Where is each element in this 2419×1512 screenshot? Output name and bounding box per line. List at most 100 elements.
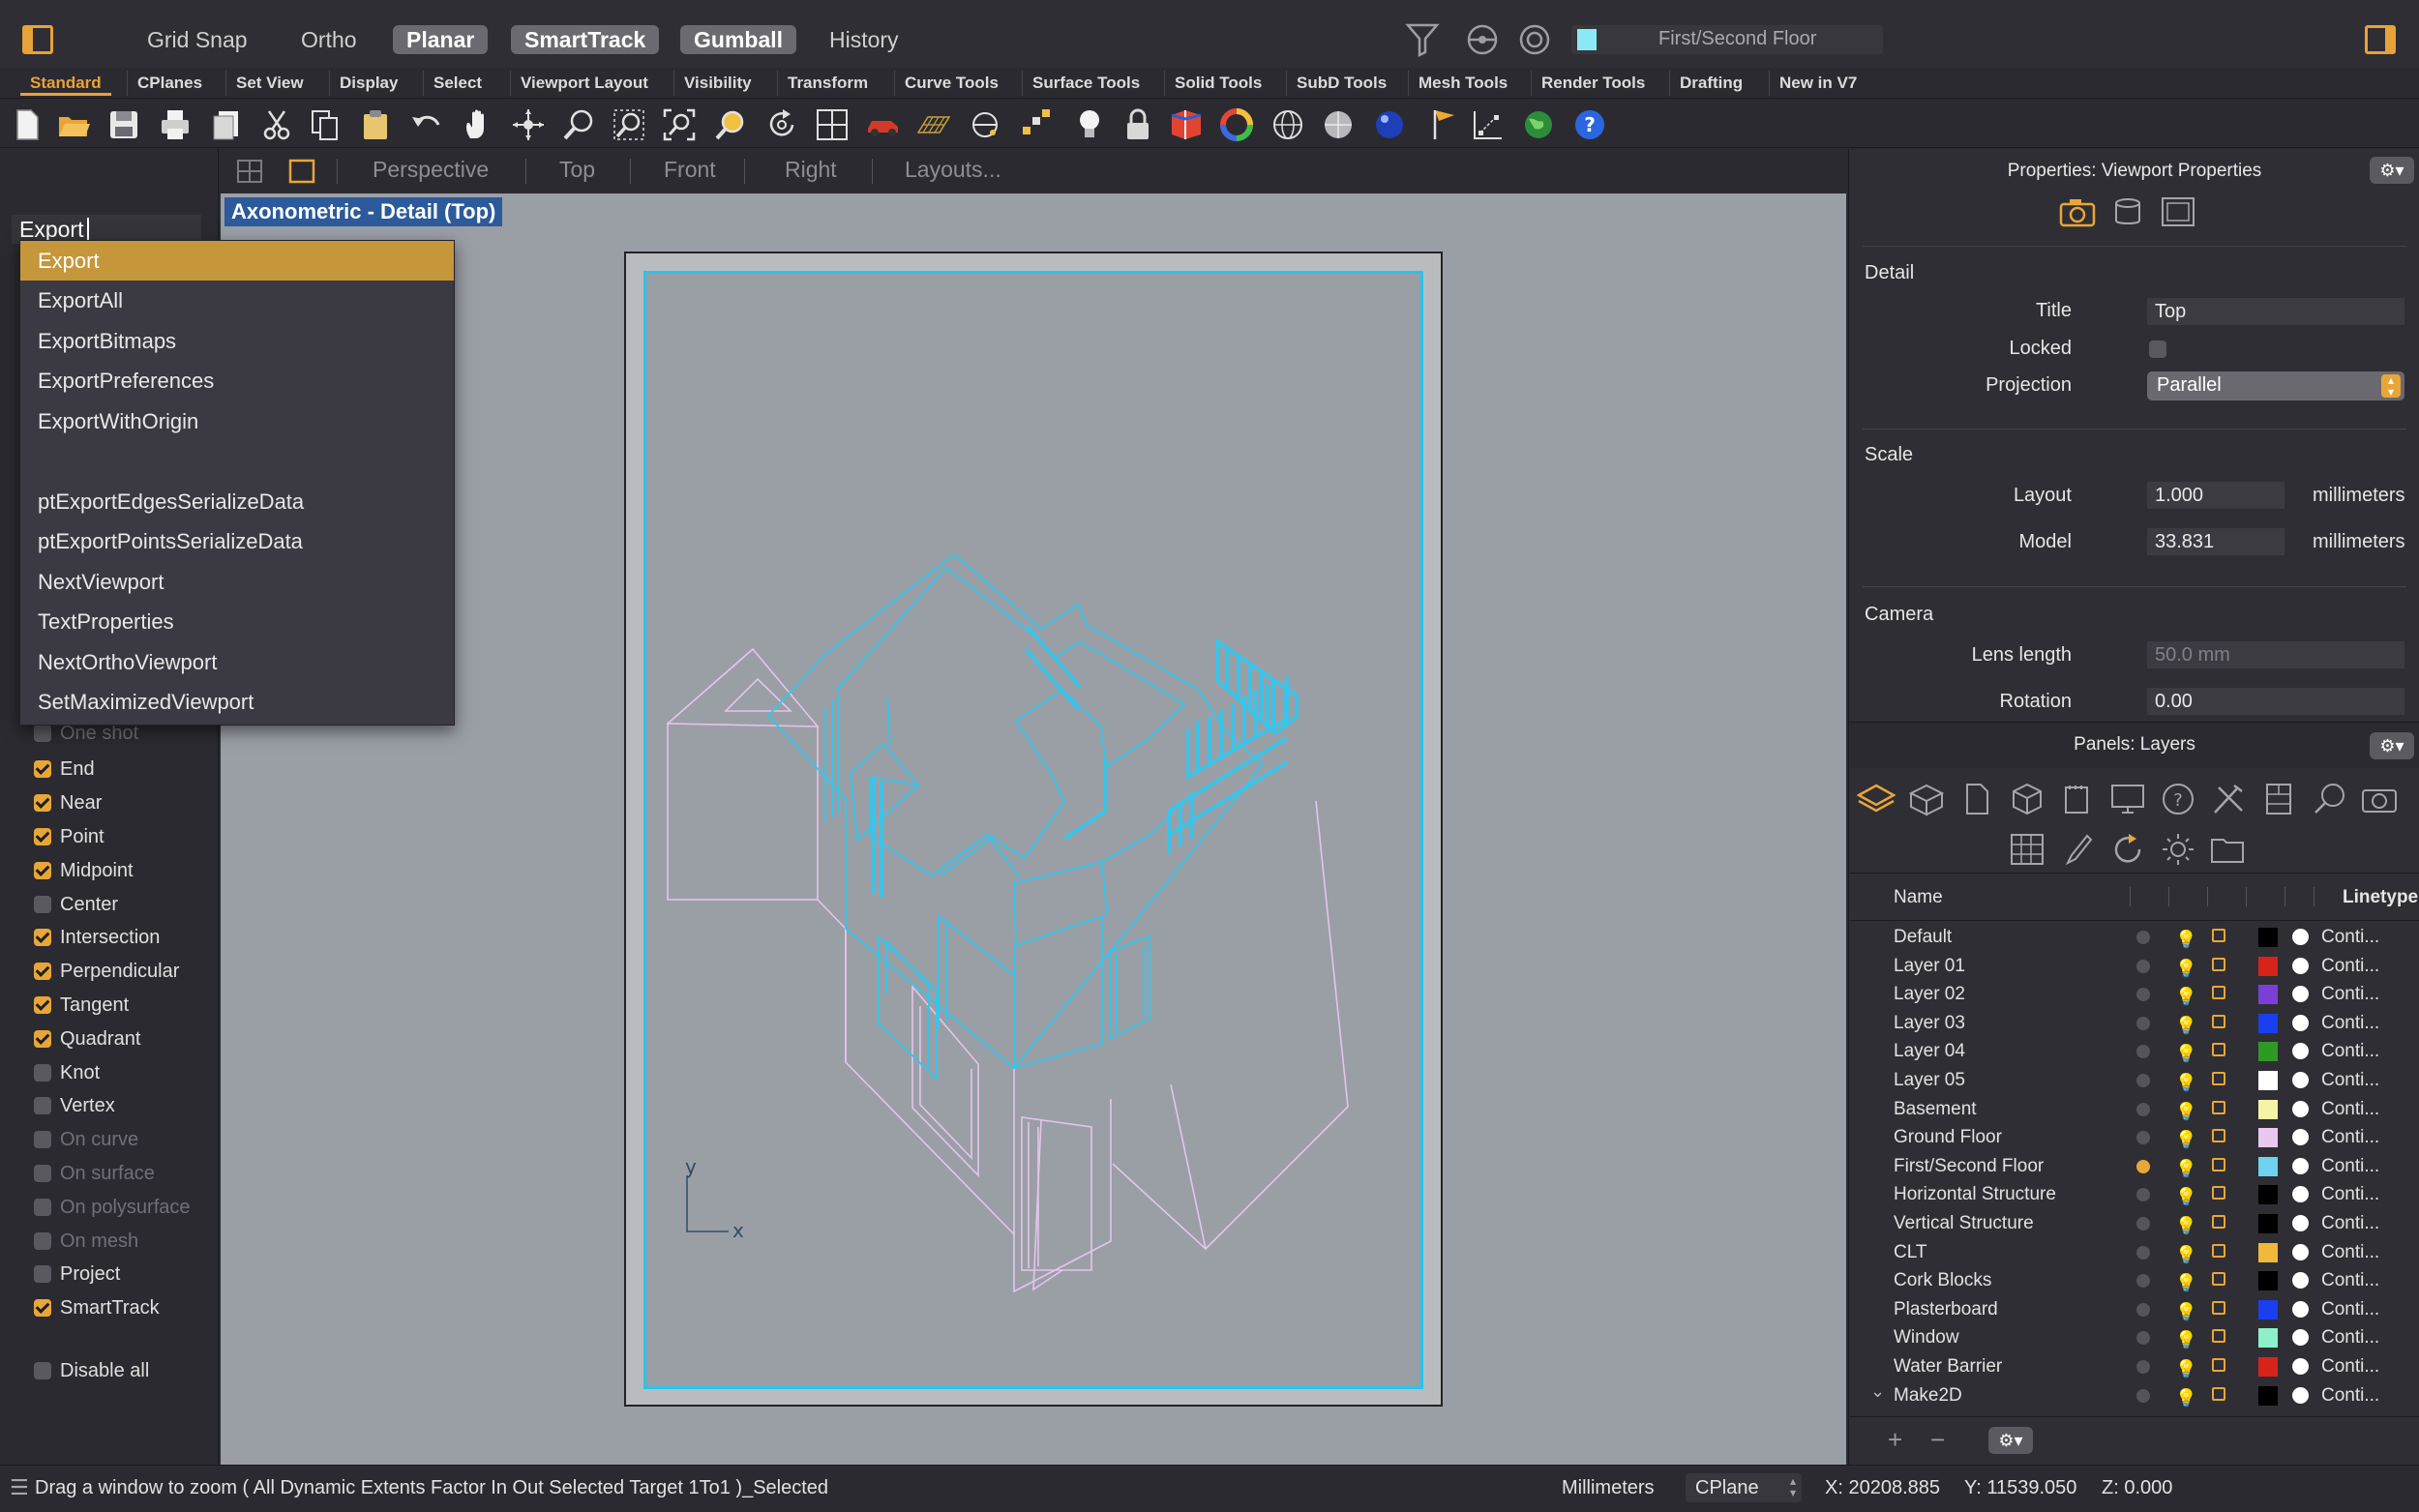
layer-name[interactable]: Ground Floor — [1894, 1123, 2002, 1151]
help-icon[interactable]: ? — [1572, 107, 1607, 142]
globe-icon[interactable] — [1521, 107, 1556, 142]
visibility-bulb-icon[interactable]: 💡 — [2175, 1269, 2196, 1297]
current-layer-radio[interactable] — [2136, 988, 2150, 1001]
layer-row[interactable]: Ground Floor 💡 Conti... — [1849, 1123, 2419, 1151]
layers-icon[interactable] — [1857, 782, 1896, 816]
layer-linetype[interactable]: Conti... — [2321, 1352, 2379, 1380]
layer-name[interactable]: Layer 03 — [1894, 1009, 1965, 1037]
grid-snap-toggle[interactable]: Grid Snap — [134, 25, 261, 54]
tab-solid-tools[interactable]: Solid Tools — [1164, 71, 1271, 96]
notes-icon[interactable] — [2058, 782, 2097, 816]
lock-icon[interactable] — [2212, 1272, 2225, 1286]
layer-linetype[interactable]: Conti... — [2321, 1238, 2379, 1266]
locked-checkbox[interactable] — [2149, 341, 2166, 358]
layer-color-swatch[interactable] — [2258, 1185, 2278, 1204]
lock-icon[interactable] — [2212, 929, 2225, 942]
column-name[interactable]: Name — [1894, 887, 1943, 908]
layer-color-swatch[interactable] — [2258, 1328, 2278, 1348]
undo-icon[interactable] — [409, 107, 444, 142]
layer-linetype[interactable]: Conti... — [2321, 1152, 2379, 1180]
layout-scale-field[interactable]: 1.000 — [2147, 482, 2285, 509]
print-color-icon[interactable] — [2292, 1043, 2309, 1059]
rotation-field[interactable]: 0.00 — [2147, 688, 2404, 715]
layer-name[interactable]: Plasterboard — [1894, 1295, 1998, 1323]
visibility-bulb-icon[interactable]: 💡 — [2175, 1012, 2196, 1040]
layer-name[interactable]: Layer 04 — [1894, 1037, 1965, 1065]
layer-icon[interactable] — [1169, 107, 1204, 142]
stack-icon[interactable] — [2108, 195, 2147, 228]
print-color-icon[interactable] — [2292, 1244, 2309, 1260]
layer-row[interactable]: First/Second Floor 💡 Conti... — [1849, 1152, 2419, 1180]
autocomplete-item[interactable]: ExportAll — [20, 281, 454, 320]
flag-icon[interactable] — [1425, 107, 1460, 142]
layer-row[interactable]: Layer 01 💡 Conti... — [1849, 952, 2419, 980]
visibility-bulb-icon[interactable]: 💡 — [2175, 926, 2196, 954]
current-layer-radio[interactable] — [2136, 931, 2150, 944]
help-circle-icon[interactable]: ? — [2159, 782, 2197, 816]
layer-row[interactable]: Window 💡 Conti... — [1849, 1323, 2419, 1351]
layer-name[interactable]: CLT — [1894, 1238, 1926, 1266]
layer-row[interactable]: CLT 💡 Conti... — [1849, 1238, 2419, 1266]
lock-icon[interactable] — [2212, 1072, 2225, 1085]
visibility-bulb-icon[interactable]: 💡 — [2175, 955, 2196, 983]
visibility-bulb-icon[interactable]: 💡 — [2175, 983, 2196, 1011]
layer-name[interactable]: Layer 05 — [1894, 1066, 1965, 1094]
rotate-view-icon[interactable] — [511, 107, 546, 142]
print-color-icon[interactable] — [2292, 1129, 2309, 1145]
layer-name[interactable]: Water Barrier — [1894, 1352, 2002, 1380]
tab-select[interactable]: Select — [423, 71, 492, 96]
brush-icon[interactable] — [2058, 832, 2097, 867]
open-file-icon[interactable] — [56, 107, 91, 142]
object-icon[interactable] — [2008, 782, 2046, 816]
layer-name[interactable]: Make2D — [1894, 1381, 1962, 1409]
autocomplete-item[interactable]: Export — [20, 241, 454, 281]
layer-row[interactable]: Plasterboard 💡 Conti... — [1849, 1295, 2419, 1323]
ortho-toggle[interactable]: Ortho — [287, 25, 371, 54]
sphere-wire-icon[interactable] — [1270, 107, 1305, 142]
current-layer-radio[interactable] — [2136, 1360, 2150, 1374]
current-layer-radio[interactable] — [2136, 1274, 2150, 1288]
filter-icon[interactable] — [1405, 21, 1440, 58]
tab-subd-tools[interactable]: SubD Tools — [1286, 71, 1396, 96]
print-color-icon[interactable] — [2292, 1215, 2309, 1231]
layers-gear-icon[interactable]: ⚙▾ — [2370, 732, 2414, 759]
current-layer-radio[interactable] — [2136, 1103, 2150, 1116]
visibility-bulb-icon[interactable]: 💡 — [2175, 1298, 2196, 1326]
tab-surface-tools[interactable]: Surface Tools — [1022, 71, 1150, 96]
select-points-icon[interactable] — [1019, 107, 1054, 142]
layer-row[interactable]: Water Barrier 💡 Conti... — [1849, 1352, 2419, 1380]
planar-toggle[interactable]: Planar — [393, 25, 489, 54]
layer-row[interactable]: ⌄ Make2D 💡 Conti... — [1849, 1381, 2419, 1409]
layer-color-swatch[interactable] — [2258, 1157, 2278, 1176]
title-field[interactable]: Top — [2147, 298, 2404, 325]
osnap-center[interactable]: Center — [34, 890, 118, 919]
lock-icon[interactable] — [2212, 1186, 2225, 1200]
tab-layouts[interactable]: Layouts... — [905, 157, 1001, 183]
layer-row[interactable]: Vertical Structure 💡 Conti... — [1849, 1209, 2419, 1237]
tab-top[interactable]: Top — [559, 157, 595, 183]
tab-visibility[interactable]: Visibility — [673, 71, 762, 96]
tab-cplanes[interactable]: CPlanes — [127, 71, 212, 96]
layer-name[interactable]: Default — [1894, 923, 1952, 951]
layer-linetype[interactable]: Conti... — [2321, 1066, 2379, 1094]
autocomplete-item[interactable]: SetMaximizedViewport — [20, 682, 454, 722]
layer-linetype[interactable]: Conti... — [2321, 1095, 2379, 1123]
layer-color-swatch[interactable] — [2258, 1357, 2278, 1377]
add-layer-icon[interactable]: + — [1888, 1425, 1902, 1455]
current-layer-radio[interactable] — [2136, 960, 2150, 973]
current-layer-radio[interactable] — [2136, 1160, 2150, 1173]
zoom-selected-icon[interactable] — [713, 107, 748, 142]
speech-icon[interactable] — [2310, 782, 2348, 816]
tab-drafting[interactable]: Drafting — [1669, 71, 1752, 96]
osnap-tangent[interactable]: Tangent — [34, 991, 129, 1020]
tab-front[interactable]: Front — [664, 157, 716, 183]
grid-icon[interactable] — [916, 107, 951, 142]
layer-color-swatch[interactable] — [2258, 1214, 2278, 1233]
print-color-icon[interactable] — [2292, 1158, 2309, 1174]
visibility-bulb-icon[interactable]: 💡 — [2175, 1241, 2196, 1269]
osnap-midpoint[interactable]: Midpoint — [34, 856, 134, 885]
viewport-title[interactable]: Axonometric - Detail (Top) — [224, 197, 503, 226]
pan-hand-icon[interactable] — [461, 107, 495, 142]
import-icon[interactable] — [209, 107, 244, 142]
lock-icon[interactable] — [2212, 1301, 2225, 1315]
